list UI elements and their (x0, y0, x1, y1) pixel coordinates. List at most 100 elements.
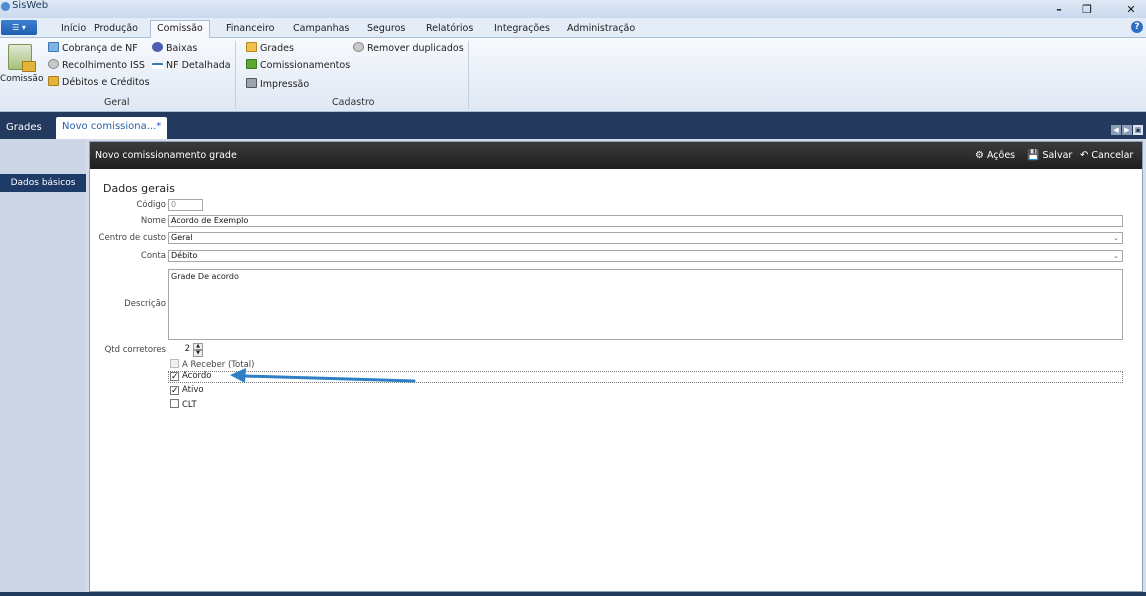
cobranca-nf-button[interactable]: Cobrança de NF (48, 41, 138, 56)
tab-next-icon[interactable]: ▶ (1122, 125, 1132, 135)
minimize-icon[interactable]: – (1046, 0, 1072, 18)
panel-header: Novo comissionamento grade ⚙ Ações 💾 Salva… (90, 142, 1142, 169)
restore-icon[interactable]: ❐ (1074, 0, 1100, 18)
acoes-label: Ações (986, 150, 1016, 161)
ribbon-group-cadastro: Cadastro (332, 97, 375, 108)
descricao-textarea[interactable]: Grade De acordo (168, 269, 1123, 340)
tab-navigation: ◀ ▶ ▣ (1110, 125, 1143, 135)
status-strip (0, 592, 1146, 596)
debitos-creditos-button[interactable]: Débitos e Créditos (48, 75, 150, 90)
section-dados-gerais: Dados gerais (103, 182, 175, 195)
checkbox-label: Ativo (182, 385, 204, 395)
app-menu-button[interactable]: ☰ ▾ (1, 20, 37, 35)
undo-icon: ↶ (1080, 150, 1089, 161)
menu-tab-campanhas[interactable]: Campanhas (287, 21, 355, 39)
codigo-field[interactable]: 0 (168, 199, 203, 211)
qtd-corretores-label: Qtd corretores (104, 345, 166, 355)
centro-custo-value: Geral (171, 233, 193, 242)
gear-icon (353, 42, 364, 52)
menu-tab-financeiro[interactable]: Financeiro (220, 21, 281, 39)
menu-tab-administracao[interactable]: Administração (561, 21, 641, 39)
qtd-corretores-stepper[interactable]: 2 ▲ ▼ (168, 343, 204, 357)
grades-button[interactable]: Grades (246, 41, 294, 56)
menu-tab-inicio[interactable]: Início (55, 21, 92, 39)
menu-tab-seguros[interactable]: Seguros (361, 21, 411, 39)
conta-select[interactable]: Débito ⌄ (168, 250, 1123, 262)
recolhimento-iss-label: Recolhimento ISS (62, 60, 145, 71)
impressao-button[interactable]: Impressão (246, 77, 309, 92)
comissionamentos-button[interactable]: Comissionamentos (246, 58, 350, 73)
left-nav: Dados básicos (0, 139, 86, 596)
help-icon[interactable]: ? (1131, 21, 1143, 33)
panel-title: Novo comissionamento grade (95, 150, 237, 161)
remover-duplicados-button[interactable]: Remover duplicados (353, 41, 464, 56)
checkmark-icon: ✓ (170, 386, 179, 396)
nf-detalhada-button[interactable]: NF Detalhada (152, 58, 231, 73)
tab-close-icon[interactable]: ▣ (1133, 125, 1143, 135)
percent-icon (246, 59, 257, 69)
checkbox-clt[interactable]: CLT (170, 399, 197, 411)
baixas-button[interactable]: Baixas (152, 41, 197, 56)
close-icon[interactable]: ✕ (1118, 0, 1144, 18)
salvar-label: Salvar (1042, 150, 1073, 161)
document-tab-bar: Grades Novo comissiona...* ◀ ▶ ▣ (0, 112, 1146, 139)
stepper-down-icon[interactable]: ▼ (193, 350, 203, 357)
menu-tab-comissao[interactable]: Comissão (150, 20, 210, 39)
cancelar-button[interactable]: ↶ Cancelar (1080, 142, 1133, 169)
checkbox-label: Acordo (182, 371, 212, 381)
menu-tab-producao[interactable]: Produção (88, 21, 144, 39)
doc-tab-novo-comissionamento[interactable]: Novo comissiona...* (56, 117, 168, 139)
impressao-label: Impressão (260, 79, 310, 90)
nome-label: Nome (140, 216, 166, 226)
cancelar-label: Cancelar (1091, 150, 1134, 161)
comissao-big-label: Comissão (0, 74, 44, 84)
menu-bar: ☰ ▾ Início Produção Comissão Financeiro … (0, 18, 1146, 39)
gear-icon (48, 59, 59, 69)
checkbox-ativo[interactable]: ✓ Ativo (170, 385, 204, 397)
conta-label: Conta (140, 251, 166, 261)
menu-tab-integracoes[interactable]: Integrações (488, 21, 556, 39)
printer-icon (246, 78, 257, 88)
remover-duplicados-label: Remover duplicados (367, 43, 464, 54)
cobranca-nf-label: Cobrança de NF (62, 43, 138, 54)
app-logo-icon (1, 2, 10, 11)
nf-detalhada-label: NF Detalhada (166, 60, 231, 71)
checkbox-box (170, 359, 179, 368)
detail-icon (152, 63, 163, 69)
comissionamentos-label: Comissionamentos (260, 60, 351, 71)
checkbox-label: CLT (182, 400, 197, 410)
chevron-down-icon: ⌄ (1113, 252, 1119, 260)
title-bar: SisWeb – ❐ ✕ (0, 0, 1146, 18)
debitos-creditos-label: Débitos e Créditos (62, 77, 150, 88)
centro-custo-select[interactable]: Geral ⌄ (168, 232, 1123, 244)
gear-icon: ⚙ (975, 150, 984, 161)
doc-tab-grades[interactable]: Grades (0, 118, 48, 139)
salvar-button[interactable]: 💾 Salvar (1027, 142, 1072, 169)
checkbox-box (170, 399, 179, 408)
ribbon: Comissão Cobrança de NF Baixas Recolhime… (0, 38, 1146, 112)
grid-icon (246, 42, 257, 52)
grades-label: Grades (260, 43, 294, 54)
ribbon-separator (235, 41, 236, 109)
menu-tab-relatorios[interactable]: Relatórios (420, 21, 479, 39)
baixas-label: Baixas (166, 43, 198, 54)
chevron-down-icon: ⌄ (1113, 234, 1119, 242)
tab-prev-icon[interactable]: ◀ (1111, 125, 1121, 135)
nav-item-dados-basicos[interactable]: Dados básicos (0, 174, 86, 192)
codigo-label: Código (136, 200, 167, 210)
descricao-label: Descrição (124, 299, 166, 309)
coins-icon (48, 76, 59, 86)
centro-custo-label: Centro de custo (98, 233, 166, 243)
annotation-arrow-icon (230, 368, 416, 383)
qtd-corretores-value: 2 (184, 344, 190, 354)
ribbon-separator (468, 41, 469, 109)
save-icon: 💾 (1027, 150, 1040, 161)
commission-icon (8, 44, 36, 72)
checkbox-acordo[interactable]: ✓ Acordo (170, 371, 211, 383)
acoes-button[interactable]: ⚙ Ações (975, 142, 1015, 169)
recolhimento-iss-button[interactable]: Recolhimento ISS (48, 58, 145, 73)
nome-field[interactable]: Acordo de Exemplo (168, 215, 1123, 227)
conta-value: Débito (171, 251, 198, 260)
stepper-up-icon[interactable]: ▲ (193, 343, 203, 350)
ribbon-group-geral: Geral (104, 97, 130, 108)
